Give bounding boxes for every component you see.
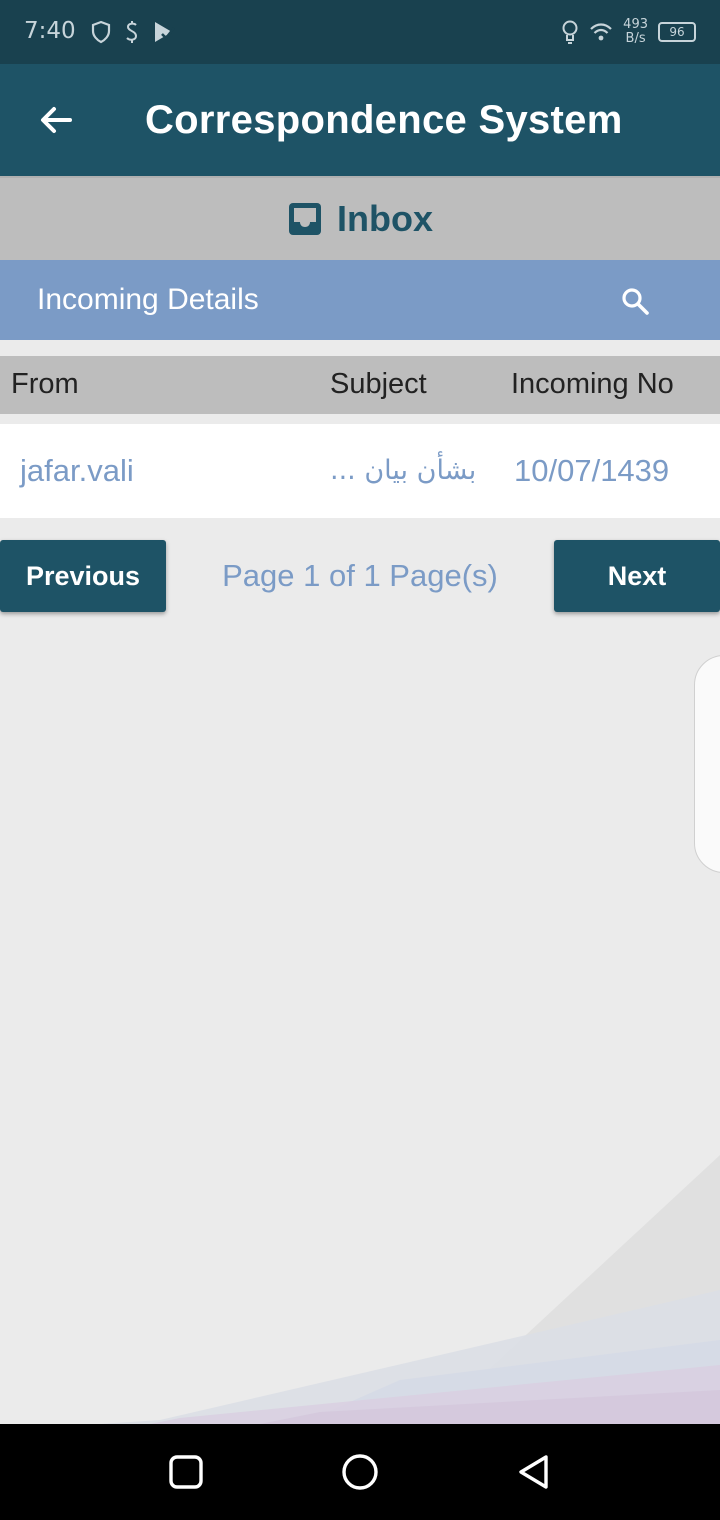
pager: Previous Page 1 of 1 Page(s) Next bbox=[0, 540, 720, 612]
table-row[interactable]: jafar.vali بشأن بيان ... 10/07/1439 bbox=[0, 424, 720, 518]
battery-icon: 96 bbox=[658, 22, 696, 42]
back-nav-icon[interactable] bbox=[514, 1452, 554, 1492]
side-drawer-handle[interactable] bbox=[694, 655, 720, 873]
column-incoming-no: Incoming No bbox=[511, 368, 674, 400]
status-bar: 7:40 493 B/s 96 bbox=[0, 0, 720, 64]
cell-subject: بشأن بيان ... bbox=[330, 455, 477, 486]
battery-level: 96 bbox=[669, 25, 685, 39]
play-store-icon bbox=[155, 22, 176, 42]
arrow-back-icon[interactable] bbox=[36, 100, 76, 140]
decorative-background bbox=[100, 1155, 720, 1424]
dollar-icon bbox=[126, 21, 138, 43]
shield-icon bbox=[91, 20, 111, 44]
column-from: From bbox=[11, 368, 79, 400]
next-button[interactable]: Next bbox=[554, 540, 720, 612]
home-icon[interactable] bbox=[340, 1452, 380, 1492]
column-subject: Subject bbox=[330, 368, 427, 400]
lightbulb-icon bbox=[562, 20, 578, 44]
page-title: Correspondence System bbox=[145, 98, 623, 142]
navigation-bar bbox=[0, 1424, 720, 1520]
search-icon[interactable] bbox=[616, 282, 656, 322]
page-info: Page 1 of 1 Page(s) bbox=[222, 558, 498, 593]
section-title: Inbox bbox=[337, 198, 433, 239]
recent-apps-icon[interactable] bbox=[166, 1452, 206, 1492]
section-header: Inbox bbox=[0, 176, 720, 260]
net-speed: 493 B/s bbox=[623, 17, 648, 46]
details-bar: Incoming Details bbox=[0, 260, 720, 340]
cell-from: jafar.vali bbox=[20, 453, 134, 488]
details-label: Incoming Details bbox=[37, 283, 259, 316]
cell-incoming-no: 10/07/1439 bbox=[514, 453, 670, 488]
inbox-icon bbox=[289, 203, 321, 235]
app-bar: Correspondence System bbox=[0, 64, 720, 176]
wifi-icon bbox=[590, 23, 612, 41]
table-header: From Subject Incoming No bbox=[0, 356, 720, 414]
previous-button[interactable]: Previous bbox=[0, 540, 166, 612]
status-time: 7:40 bbox=[24, 18, 76, 44]
